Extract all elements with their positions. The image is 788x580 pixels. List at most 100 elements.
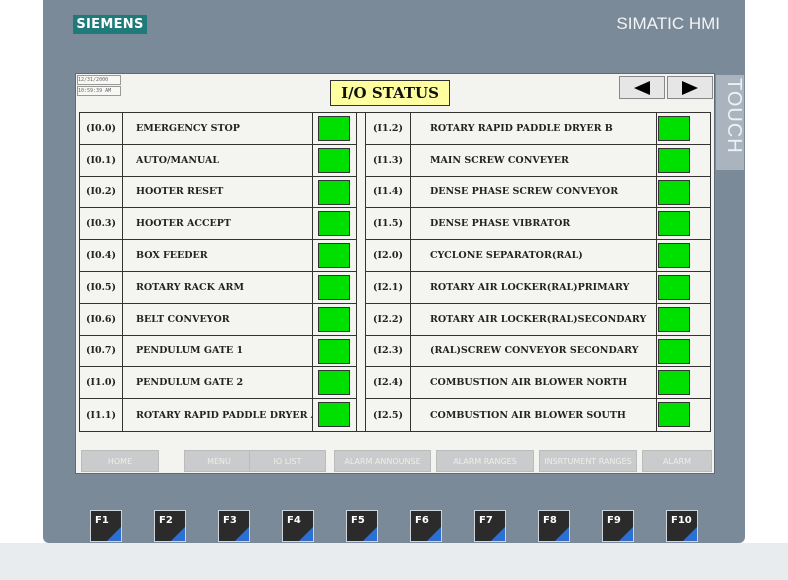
io-address: (I1.4) (366, 176, 411, 208)
io-signal-name: PENDULUM GATE 1 (123, 335, 313, 367)
status-lamp (658, 179, 690, 205)
next-page-button[interactable] (667, 76, 713, 99)
io-signal-name: HOOTER RESET (123, 176, 313, 208)
io-row: (I0.7) PENDULUM GATE 1 (80, 335, 356, 368)
status-lamp (318, 147, 350, 173)
function-key-label: F3 (223, 515, 237, 526)
io-row: (I1.2) ROTARY RAPID PADDLE DRYER B (366, 113, 710, 145)
softkey-insrtument-ranges[interactable]: INSRTUMENT RANGES (539, 450, 637, 472)
function-key-f6[interactable]: F6 (410, 510, 442, 542)
status-lamp (658, 116, 690, 141)
previous-page-button[interactable] (619, 76, 665, 99)
io-address: (I2.4) (366, 367, 411, 399)
touch-label: TOUCH (723, 78, 745, 154)
io-address: (I2.0) (366, 240, 411, 271)
io-address: (I2.1) (366, 271, 411, 303)
io-address: (I0.0) (80, 113, 123, 144)
io-address: (I0.2) (80, 176, 123, 208)
io-address: (I1.3) (366, 144, 411, 176)
io-address: (I0.3) (80, 208, 123, 240)
io-address: (I1.5) (366, 208, 411, 240)
status-lamp (318, 274, 350, 300)
io-signal-name: CYCLONE SEPARATOR(RAL) (411, 240, 657, 271)
function-key-label: F1 (95, 515, 109, 526)
io-signal-name: AUTO/MANUAL (123, 144, 313, 176)
function-key-f4[interactable]: F4 (282, 510, 314, 542)
io-address: (I2.5) (366, 399, 411, 431)
hmi-screen: 12/31/2000 10:59:39 AM I/O STATUS (I0.0)… (75, 73, 715, 474)
function-key-f5[interactable]: F5 (346, 510, 378, 542)
function-key-row: F1 F2 F3 F4 F5 F6 F7 F8 F9 F10 (90, 510, 710, 544)
function-key-f9[interactable]: F9 (602, 510, 634, 542)
io-signal-name: HOOTER ACCEPT (123, 208, 313, 240)
status-lamp (658, 243, 690, 269)
status-lamp (318, 179, 350, 205)
io-signal-name: BELT CONVEYOR (123, 303, 313, 335)
io-row: (I0.5) ROTARY RACK ARM (80, 271, 356, 304)
io-row: (I2.3) (RAL)SCREW CONVEYOR SECONDARY (366, 335, 710, 368)
screen-softkey-bar: HOME MENU IO LIST ALARM ANNOUNSE ALARM RANGE… (79, 450, 712, 472)
time-field: 10:59:39 AM (77, 86, 121, 96)
function-key-label: F6 (415, 515, 429, 526)
arrow-right-icon (682, 81, 698, 95)
io-row: (I2.4) COMBUSTION AIR BLOWER NORTH (366, 367, 710, 400)
io-signal-name: COMBUSTION AIR BLOWER NORTH (411, 367, 657, 399)
status-lamp (318, 211, 350, 237)
status-lamp (658, 147, 690, 173)
softkey-alarm-ranges[interactable]: ALARM RANGES (436, 450, 534, 472)
io-row: (I2.1) ROTARY AIR LOCKER(RAL)PRIMARY (366, 271, 710, 304)
io-row: (I2.0) CYCLONE SEPARATOR(RAL) (366, 240, 710, 272)
io-signal-name: PENDULUM GATE 2 (123, 367, 313, 399)
io-row: (I0.6) BELT CONVEYOR (80, 303, 356, 336)
softkey-home[interactable]: HOME (81, 450, 159, 472)
io-address: (I1.2) (366, 113, 411, 144)
function-key-f3[interactable]: F3 (218, 510, 250, 542)
function-key-label: F8 (543, 515, 557, 526)
panel-bottom-edge (0, 543, 788, 580)
function-key-label: F9 (607, 515, 621, 526)
date-field: 12/31/2000 (77, 75, 121, 85)
siemens-logo: SIEMENS (73, 15, 147, 34)
io-signal-name: EMERGENCY STOP (123, 113, 313, 144)
status-lamp (658, 370, 690, 396)
io-row: (I0.3) HOOTER ACCEPT (80, 208, 356, 241)
status-lamp (658, 402, 690, 428)
softkey-menu[interactable]: MENU (184, 450, 254, 472)
io-row: (I2.5) COMBUSTION AIR BLOWER SOUTH (366, 399, 710, 431)
io-row: (I0.1) AUTO/MANUAL (80, 144, 356, 177)
io-address: (I0.1) (80, 144, 123, 176)
io-signal-name: COMBUSTION AIR BLOWER SOUTH (411, 399, 657, 431)
status-lamp (318, 370, 350, 396)
function-key-f1[interactable]: F1 (90, 510, 122, 542)
io-signal-name: (RAL)SCREW CONVEYOR SECONDARY (411, 335, 657, 367)
io-row: (I2.2) ROTARY AIR LOCKER(RAL)SECONDARY (366, 303, 710, 336)
column-divider (356, 113, 366, 431)
io-signal-name: DENSE PHASE VIBRATOR (411, 208, 657, 240)
status-lamp (658, 338, 690, 364)
function-key-f7[interactable]: F7 (474, 510, 506, 542)
function-key-f8[interactable]: F8 (538, 510, 570, 542)
softkey-io-list[interactable]: IO LIST (249, 450, 326, 472)
io-signal-name: ROTARY AIR LOCKER(RAL)SECONDARY (411, 303, 657, 335)
function-key-f2[interactable]: F2 (154, 510, 186, 542)
io-address: (I2.2) (366, 303, 411, 335)
arrow-left-icon (634, 81, 650, 95)
io-signal-name: ROTARY RAPID PADDLE DRYER B (411, 113, 657, 144)
model-label: SIMATIC HMI (616, 14, 720, 33)
status-lamp (318, 306, 350, 332)
io-signal-name: DENSE PHASE SCREW CONVEYOR (411, 176, 657, 208)
function-key-label: F10 (671, 515, 692, 526)
function-key-label: F4 (287, 515, 301, 526)
softkey-alarm[interactable]: ALARM (642, 450, 712, 472)
io-signal-name: ROTARY RAPID PADDLE DRYER A (123, 399, 313, 431)
status-lamp (318, 402, 350, 428)
status-lamp (318, 116, 350, 141)
io-signal-name: BOX FEEDER (123, 240, 313, 271)
io-row: (I0.2) HOOTER RESET (80, 176, 356, 209)
io-row: (I1.4) DENSE PHASE SCREW CONVEYOR (366, 176, 710, 209)
softkey-alarm-announse[interactable]: ALARM ANNOUNSE (334, 450, 431, 472)
status-lamp (658, 274, 690, 300)
io-signal-name: ROTARY RACK ARM (123, 271, 313, 303)
status-lamp (658, 306, 690, 332)
function-key-f10[interactable]: F10 (666, 510, 698, 542)
